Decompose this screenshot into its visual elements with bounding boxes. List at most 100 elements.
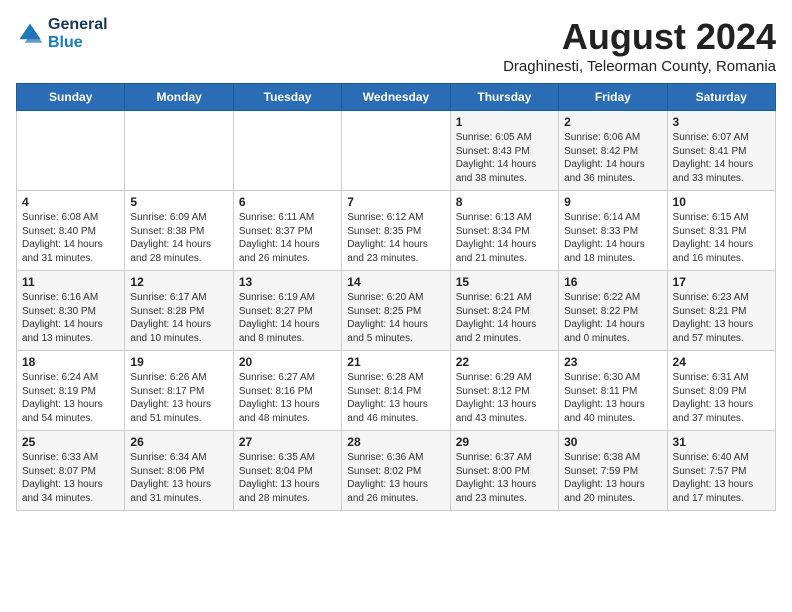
day-number: 6: [239, 195, 336, 209]
calendar-week-row: 25Sunrise: 6:33 AM Sunset: 8:07 PM Dayli…: [17, 431, 776, 511]
month-year-title: August 2024: [503, 16, 776, 58]
calendar-day-cell: 31 Sunrise: 6:40 AM Sunset: 7:57 PM Dayli…: [667, 431, 775, 511]
day-number: 10: [673, 195, 770, 209]
calendar-day-cell: 1 Sunrise: 6:05 AM Sunset: 8:43 PM Daylig…: [450, 111, 558, 191]
day-info: Sunrise: 6:14 AM Sunset: 8:33 PM Dayligh…: [564, 212, 645, 264]
page-header: General Blue August 2024 Draghinesti, Te…: [16, 16, 776, 75]
day-info: Sunrise: 6:20 AM Sunset: 8:25 PM Dayligh…: [347, 292, 428, 344]
day-info: Sunrise: 6:09 AM Sunset: 8:38 PM Dayligh…: [130, 212, 211, 264]
calendar-day-cell: 30Sunrise: 6:38 AM Sunset: 7:59 PM Dayli…: [559, 431, 667, 511]
day-info: Sunrise: 6:13 AM Sunset: 8:34 PM Dayligh…: [456, 212, 537, 264]
day-info: Sunrise: 6:06 AM Sunset: 8:42 PM Dayligh…: [564, 132, 645, 184]
day-info: Sunrise: 6:15 AM Sunset: 8:31 PM Dayligh…: [673, 212, 754, 264]
logo: General Blue: [16, 16, 108, 51]
day-number: 13: [239, 275, 336, 289]
day-info: Sunrise: 6:29 AM Sunset: 8:12 PM Dayligh…: [456, 372, 537, 424]
day-info: Sunrise: 6:08 AM Sunset: 8:40 PM Dayligh…: [22, 212, 103, 264]
calendar-day-cell: 29 Sunrise: 6:37 AM Sunset: 8:00 PM Dayli…: [450, 431, 558, 511]
calendar-day-cell: 4Sunrise: 6:08 AM Sunset: 8:40 PM Daylig…: [17, 191, 125, 271]
day-info: Sunrise: 6:17 AM Sunset: 8:28 PM Dayligh…: [130, 292, 211, 344]
calendar-day-cell: 28Sunrise: 6:36 AM Sunset: 8:02 PM Dayli…: [342, 431, 450, 511]
weekday-header-cell: Monday: [125, 84, 233, 111]
calendar-day-cell: 9 Sunrise: 6:14 AM Sunset: 8:33 PM Daylig…: [559, 191, 667, 271]
calendar-day-cell: [125, 111, 233, 191]
calendar-day-cell: [17, 111, 125, 191]
calendar-day-cell: 20 Sunrise: 6:27 AM Sunset: 8:16 PM Dayli…: [233, 351, 341, 431]
calendar-day-cell: 18 Sunrise: 6:24 AM Sunset: 8:19 PM Dayli…: [17, 351, 125, 431]
weekday-header-cell: Thursday: [450, 84, 558, 111]
calendar-week-row: 1 Sunrise: 6:05 AM Sunset: 8:43 PM Daylig…: [17, 111, 776, 191]
day-number: 18: [22, 355, 119, 369]
calendar-day-cell: [233, 111, 341, 191]
day-info: Sunrise: 6:12 AM Sunset: 8:35 PM Dayligh…: [347, 212, 428, 264]
calendar-week-row: 4Sunrise: 6:08 AM Sunset: 8:40 PM Daylig…: [17, 191, 776, 271]
logo-text: General Blue: [48, 16, 108, 51]
day-number: 8: [456, 195, 553, 209]
calendar-day-cell: 24 Sunrise: 6:31 AM Sunset: 8:09 PM Dayli…: [667, 351, 775, 431]
calendar-day-cell: 23Sunrise: 6:30 AM Sunset: 8:11 PM Dayli…: [559, 351, 667, 431]
day-number: 9: [564, 195, 661, 209]
day-info: Sunrise: 6:28 AM Sunset: 8:14 PM Dayligh…: [347, 372, 428, 424]
day-number: 25: [22, 435, 119, 449]
weekday-header-row: SundayMondayTuesdayWednesdayThursdayFrid…: [17, 84, 776, 111]
weekday-header-cell: Tuesday: [233, 84, 341, 111]
day-info: Sunrise: 6:30 AM Sunset: 8:11 PM Dayligh…: [564, 372, 645, 424]
day-info: Sunrise: 6:23 AM Sunset: 8:21 PM Dayligh…: [673, 292, 754, 344]
day-info: Sunrise: 6:21 AM Sunset: 8:24 PM Dayligh…: [456, 292, 537, 344]
day-number: 21: [347, 355, 444, 369]
calendar-week-row: 18 Sunrise: 6:24 AM Sunset: 8:19 PM Dayli…: [17, 351, 776, 431]
calendar-day-cell: 7 Sunrise: 6:12 AM Sunset: 8:35 PM Daylig…: [342, 191, 450, 271]
calendar-day-cell: 22 Sunrise: 6:29 AM Sunset: 8:12 PM Dayli…: [450, 351, 558, 431]
day-number: 16: [564, 275, 661, 289]
day-info: Sunrise: 6:24 AM Sunset: 8:19 PM Dayligh…: [22, 372, 103, 424]
day-number: 26: [130, 435, 227, 449]
day-number: 31: [673, 435, 770, 449]
day-number: 20: [239, 355, 336, 369]
day-number: 2: [564, 115, 661, 129]
day-number: 15: [456, 275, 553, 289]
day-info: Sunrise: 6:40 AM Sunset: 7:57 PM Dayligh…: [673, 452, 754, 504]
day-info: Sunrise: 6:11 AM Sunset: 8:37 PM Dayligh…: [239, 212, 320, 264]
calendar-day-cell: 14 Sunrise: 6:20 AM Sunset: 8:25 PM Dayli…: [342, 271, 450, 351]
day-info: Sunrise: 6:37 AM Sunset: 8:00 PM Dayligh…: [456, 452, 537, 504]
day-number: 11: [22, 275, 119, 289]
day-info: Sunrise: 6:38 AM Sunset: 7:59 PM Dayligh…: [564, 452, 645, 504]
day-number: 14: [347, 275, 444, 289]
logo-icon: [16, 20, 44, 48]
day-number: 7: [347, 195, 444, 209]
day-info: Sunrise: 6:05 AM Sunset: 8:43 PM Dayligh…: [456, 132, 537, 184]
day-info: Sunrise: 6:34 AM Sunset: 8:06 PM Dayligh…: [130, 452, 211, 504]
calendar-day-cell: 3 Sunrise: 6:07 AM Sunset: 8:41 PM Daylig…: [667, 111, 775, 191]
day-info: Sunrise: 6:16 AM Sunset: 8:30 PM Dayligh…: [22, 292, 103, 344]
day-number: 24: [673, 355, 770, 369]
day-number: 3: [673, 115, 770, 129]
calendar-day-cell: 11 Sunrise: 6:16 AM Sunset: 8:30 PM Dayli…: [17, 271, 125, 351]
day-number: 28: [347, 435, 444, 449]
calendar-day-cell: 19Sunrise: 6:26 AM Sunset: 8:17 PM Dayli…: [125, 351, 233, 431]
calendar-header: SundayMondayTuesdayWednesdayThursdayFrid…: [17, 84, 776, 111]
calendar-day-cell: 16 Sunrise: 6:22 AM Sunset: 8:22 PM Dayli…: [559, 271, 667, 351]
day-info: Sunrise: 6:07 AM Sunset: 8:41 PM Dayligh…: [673, 132, 754, 184]
weekday-header-cell: Wednesday: [342, 84, 450, 111]
calendar-day-cell: 8 Sunrise: 6:13 AM Sunset: 8:34 PM Daylig…: [450, 191, 558, 271]
calendar-day-cell: 21 Sunrise: 6:28 AM Sunset: 8:14 PM Dayli…: [342, 351, 450, 431]
calendar-day-cell: 17Sunrise: 6:23 AM Sunset: 8:21 PM Dayli…: [667, 271, 775, 351]
location-subtitle: Draghinesti, Teleorman County, Romania: [503, 58, 776, 75]
day-number: 1: [456, 115, 553, 129]
day-number: 19: [130, 355, 227, 369]
calendar-day-cell: 12 Sunrise: 6:17 AM Sunset: 8:28 PM Dayli…: [125, 271, 233, 351]
day-info: Sunrise: 6:31 AM Sunset: 8:09 PM Dayligh…: [673, 372, 754, 424]
day-number: 12: [130, 275, 227, 289]
day-info: Sunrise: 6:35 AM Sunset: 8:04 PM Dayligh…: [239, 452, 320, 504]
calendar-day-cell: 5Sunrise: 6:09 AM Sunset: 8:38 PM Daylig…: [125, 191, 233, 271]
calendar-day-cell: [342, 111, 450, 191]
calendar-day-cell: 2 Sunrise: 6:06 AM Sunset: 8:42 PM Daylig…: [559, 111, 667, 191]
calendar-day-cell: 15 Sunrise: 6:21 AM Sunset: 8:24 PM Dayli…: [450, 271, 558, 351]
day-number: 22: [456, 355, 553, 369]
calendar-day-cell: 6 Sunrise: 6:11 AM Sunset: 8:37 PM Daylig…: [233, 191, 341, 271]
day-number: 29: [456, 435, 553, 449]
day-info: Sunrise: 6:27 AM Sunset: 8:16 PM Dayligh…: [239, 372, 320, 424]
calendar-week-row: 11 Sunrise: 6:16 AM Sunset: 8:30 PM Dayli…: [17, 271, 776, 351]
day-info: Sunrise: 6:22 AM Sunset: 8:22 PM Dayligh…: [564, 292, 645, 344]
weekday-header-cell: Sunday: [17, 84, 125, 111]
